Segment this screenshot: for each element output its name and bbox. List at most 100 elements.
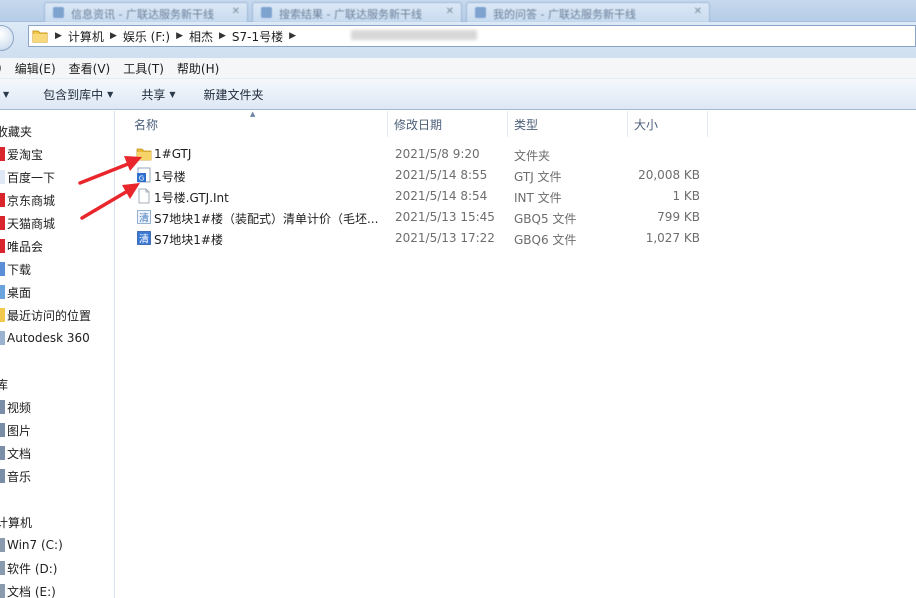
svg-text:清: 清 xyxy=(139,233,149,246)
menu-bar: ) 编辑(E) 查看(V) 工具(T) 帮助(H) xyxy=(0,58,916,78)
page-icon xyxy=(475,7,486,18)
close-icon[interactable]: ✕ xyxy=(694,6,702,17)
nav-item-desktop[interactable]: 桌面 xyxy=(0,282,31,302)
nav-library-header[interactable]: 库 xyxy=(0,374,8,394)
file-type: INT 文件 xyxy=(514,191,562,205)
file-size: 1,027 KB xyxy=(645,231,700,245)
file-size: 799 KB xyxy=(657,210,700,224)
nav-item-music[interactable]: 音乐 xyxy=(0,466,31,486)
close-icon[interactable]: ✕ xyxy=(232,6,240,17)
file-name: 1#GTJ xyxy=(154,147,192,161)
menu-view[interactable]: 查看(V) xyxy=(63,60,118,77)
video-library-icon xyxy=(0,400,5,414)
document-library-icon xyxy=(0,446,5,460)
nav-item-tmall[interactable]: 天猫商城 xyxy=(0,213,55,233)
nav-label: 京东商城 xyxy=(7,193,56,208)
nav-item-baidu[interactable]: 百度一下 xyxy=(0,167,55,187)
breadcrumb-label: 娱乐 (F:) xyxy=(122,29,171,44)
close-icon[interactable]: ✕ xyxy=(446,6,454,17)
chevron-right-icon: ▶ xyxy=(289,31,297,41)
nav-favorites-header[interactable]: 收藏夹 xyxy=(0,121,32,141)
breadcrumb-item[interactable]: ▶ S7-1号楼 xyxy=(217,28,283,45)
tab-title: 搜索结果 - 广联达服务新干线 xyxy=(279,8,422,21)
tab-title: 信息资讯 - 广联达服务新干线 xyxy=(71,8,214,21)
nav-label: 桌面 xyxy=(7,285,32,300)
nav-item-autodesk[interactable]: Autodesk 360 xyxy=(0,328,90,348)
gbq6-file-icon: 清 xyxy=(137,231,151,246)
nav-label: 库 xyxy=(0,376,8,393)
menu-edit[interactable]: 编辑(E) xyxy=(9,60,63,77)
file-row[interactable]: 清 S7地块1#楼 2021/5/13 17:22 GBQ6 文件 1,027 … xyxy=(116,228,916,249)
nav-item-jd[interactable]: 京东商城 xyxy=(0,190,55,210)
header-label: 名称 xyxy=(134,117,159,132)
tab-title: 我的问答 - 广联达服务新干线 xyxy=(493,8,636,21)
nav-item-aitaobao[interactable]: 爱淘宝 xyxy=(0,144,43,164)
file-modified: 2021/5/14 8:54 xyxy=(395,189,488,203)
caret-down-icon: ▼ xyxy=(107,89,114,99)
file-row[interactable]: 1#GTJ 2021/5/8 9:20 文件夹 xyxy=(116,144,916,165)
column-header-modified[interactable]: 修改日期 xyxy=(388,111,508,137)
browser-tab-1[interactable]: 信息资讯 - 广联达服务新干线 ✕ xyxy=(44,2,248,22)
file-name: 1号楼 xyxy=(154,170,186,184)
navigation-pane: 收藏夹 爱淘宝 百度一下 京东商城 天猫商城 唯品会 下载 桌面 最近访问的位置… xyxy=(0,111,115,598)
breadcrumb-label: 计算机 xyxy=(67,29,104,44)
nav-label: Win7 (C:) xyxy=(7,538,63,552)
nav-label: 文档 xyxy=(7,446,32,461)
file-row[interactable]: G 1号楼 2021/5/14 8:55 GTJ 文件 20,008 KB xyxy=(116,165,916,186)
autodesk-icon xyxy=(0,331,5,345)
menu-tools[interactable]: 工具(T) xyxy=(117,60,171,77)
nav-label: 图片 xyxy=(7,423,32,438)
nav-label: 天猫商城 xyxy=(7,216,56,231)
nav-item-drive-d[interactable]: 软件 (D:) xyxy=(0,558,57,578)
breadcrumb-item[interactable]: ▶ 计算机 xyxy=(53,28,104,45)
window-title-bar: 信息资讯 - 广联达服务新干线 ✕ 搜索结果 - 广联达服务新干线 ✕ 我的问答… xyxy=(0,0,916,22)
new-folder-button[interactable]: 新建文件夹 xyxy=(198,86,270,103)
desktop-icon xyxy=(0,285,5,299)
menu-help[interactable]: 帮助(H) xyxy=(171,60,226,77)
file-row[interactable]: 清 S7地块1#楼（装配式）清单计价（毛坯... 2021/5/13 15:45… xyxy=(116,207,916,228)
file-modified: 2021/5/13 15:45 xyxy=(395,210,495,224)
file-size: 20,008 KB xyxy=(638,168,700,182)
nav-item-drive-e[interactable]: 文档 (E:) xyxy=(0,581,56,598)
share-button[interactable]: 共享 ▼ xyxy=(135,86,181,103)
recent-places-icon xyxy=(0,308,5,322)
header-label: 修改日期 xyxy=(394,117,443,132)
nav-label: 收藏夹 xyxy=(0,124,33,139)
organize-dropdown[interactable]: ▼ xyxy=(0,90,15,99)
link-icon xyxy=(0,170,5,184)
button-label: 共享 xyxy=(141,87,166,102)
nav-item-downloads[interactable]: 下载 xyxy=(0,259,31,279)
column-header-size[interactable]: 大小 xyxy=(628,111,708,137)
address-bar[interactable]: ▶ 计算机 ▶ 娱乐 (F:) ▶ 相杰 ▶ S7-1号楼 ▶ xyxy=(28,25,916,47)
nav-computer-header[interactable]: 计算机 xyxy=(0,512,32,532)
breadcrumb-item[interactable]: ▶ 相杰 xyxy=(174,28,213,45)
nav-item-documents[interactable]: 文档 xyxy=(0,443,31,463)
chevron-right-icon: ▶ xyxy=(109,31,117,41)
taobao-icon xyxy=(0,147,5,161)
gtj-file-icon: G xyxy=(137,167,151,183)
breadcrumb-item[interactable]: ▶ 娱乐 (F:) xyxy=(108,28,170,45)
nav-label: 音乐 xyxy=(7,469,32,484)
nav-label: 视频 xyxy=(7,400,32,415)
nav-item-recent[interactable]: 最近访问的位置 xyxy=(0,305,91,325)
folder-icon xyxy=(32,30,48,43)
back-button[interactable] xyxy=(0,25,14,51)
menu-file[interactable]: ) xyxy=(0,61,9,75)
nav-item-pictures[interactable]: 图片 xyxy=(0,420,31,440)
nav-item-videos[interactable]: 视频 xyxy=(0,397,31,417)
breadcrumb-label: 相杰 xyxy=(188,29,213,44)
file-modified: 2021/5/13 17:22 xyxy=(395,231,495,245)
breadcrumb-expand[interactable]: ▶ xyxy=(287,31,302,41)
include-in-library-button[interactable]: 包含到库中 ▼ xyxy=(37,86,119,103)
column-header-name[interactable]: 名称 xyxy=(128,111,388,137)
blurred-overlay xyxy=(351,30,477,40)
header-label: 类型 xyxy=(514,117,539,132)
browser-tab-3[interactable]: 我的问答 - 广联达服务新干线 ✕ xyxy=(466,2,710,22)
chevron-right-icon: ▶ xyxy=(176,31,183,41)
drive-icon xyxy=(0,561,5,575)
nav-item-drive-c[interactable]: Win7 (C:) xyxy=(0,535,63,555)
column-header-type[interactable]: 类型 xyxy=(508,111,628,137)
file-row[interactable]: 1号楼.GTJ.Int 2021/5/14 8:54 INT 文件 1 KB xyxy=(116,186,916,207)
nav-item-vip[interactable]: 唯品会 xyxy=(0,236,43,256)
browser-tab-2[interactable]: 搜索结果 - 广联达服务新干线 ✕ xyxy=(252,2,462,22)
